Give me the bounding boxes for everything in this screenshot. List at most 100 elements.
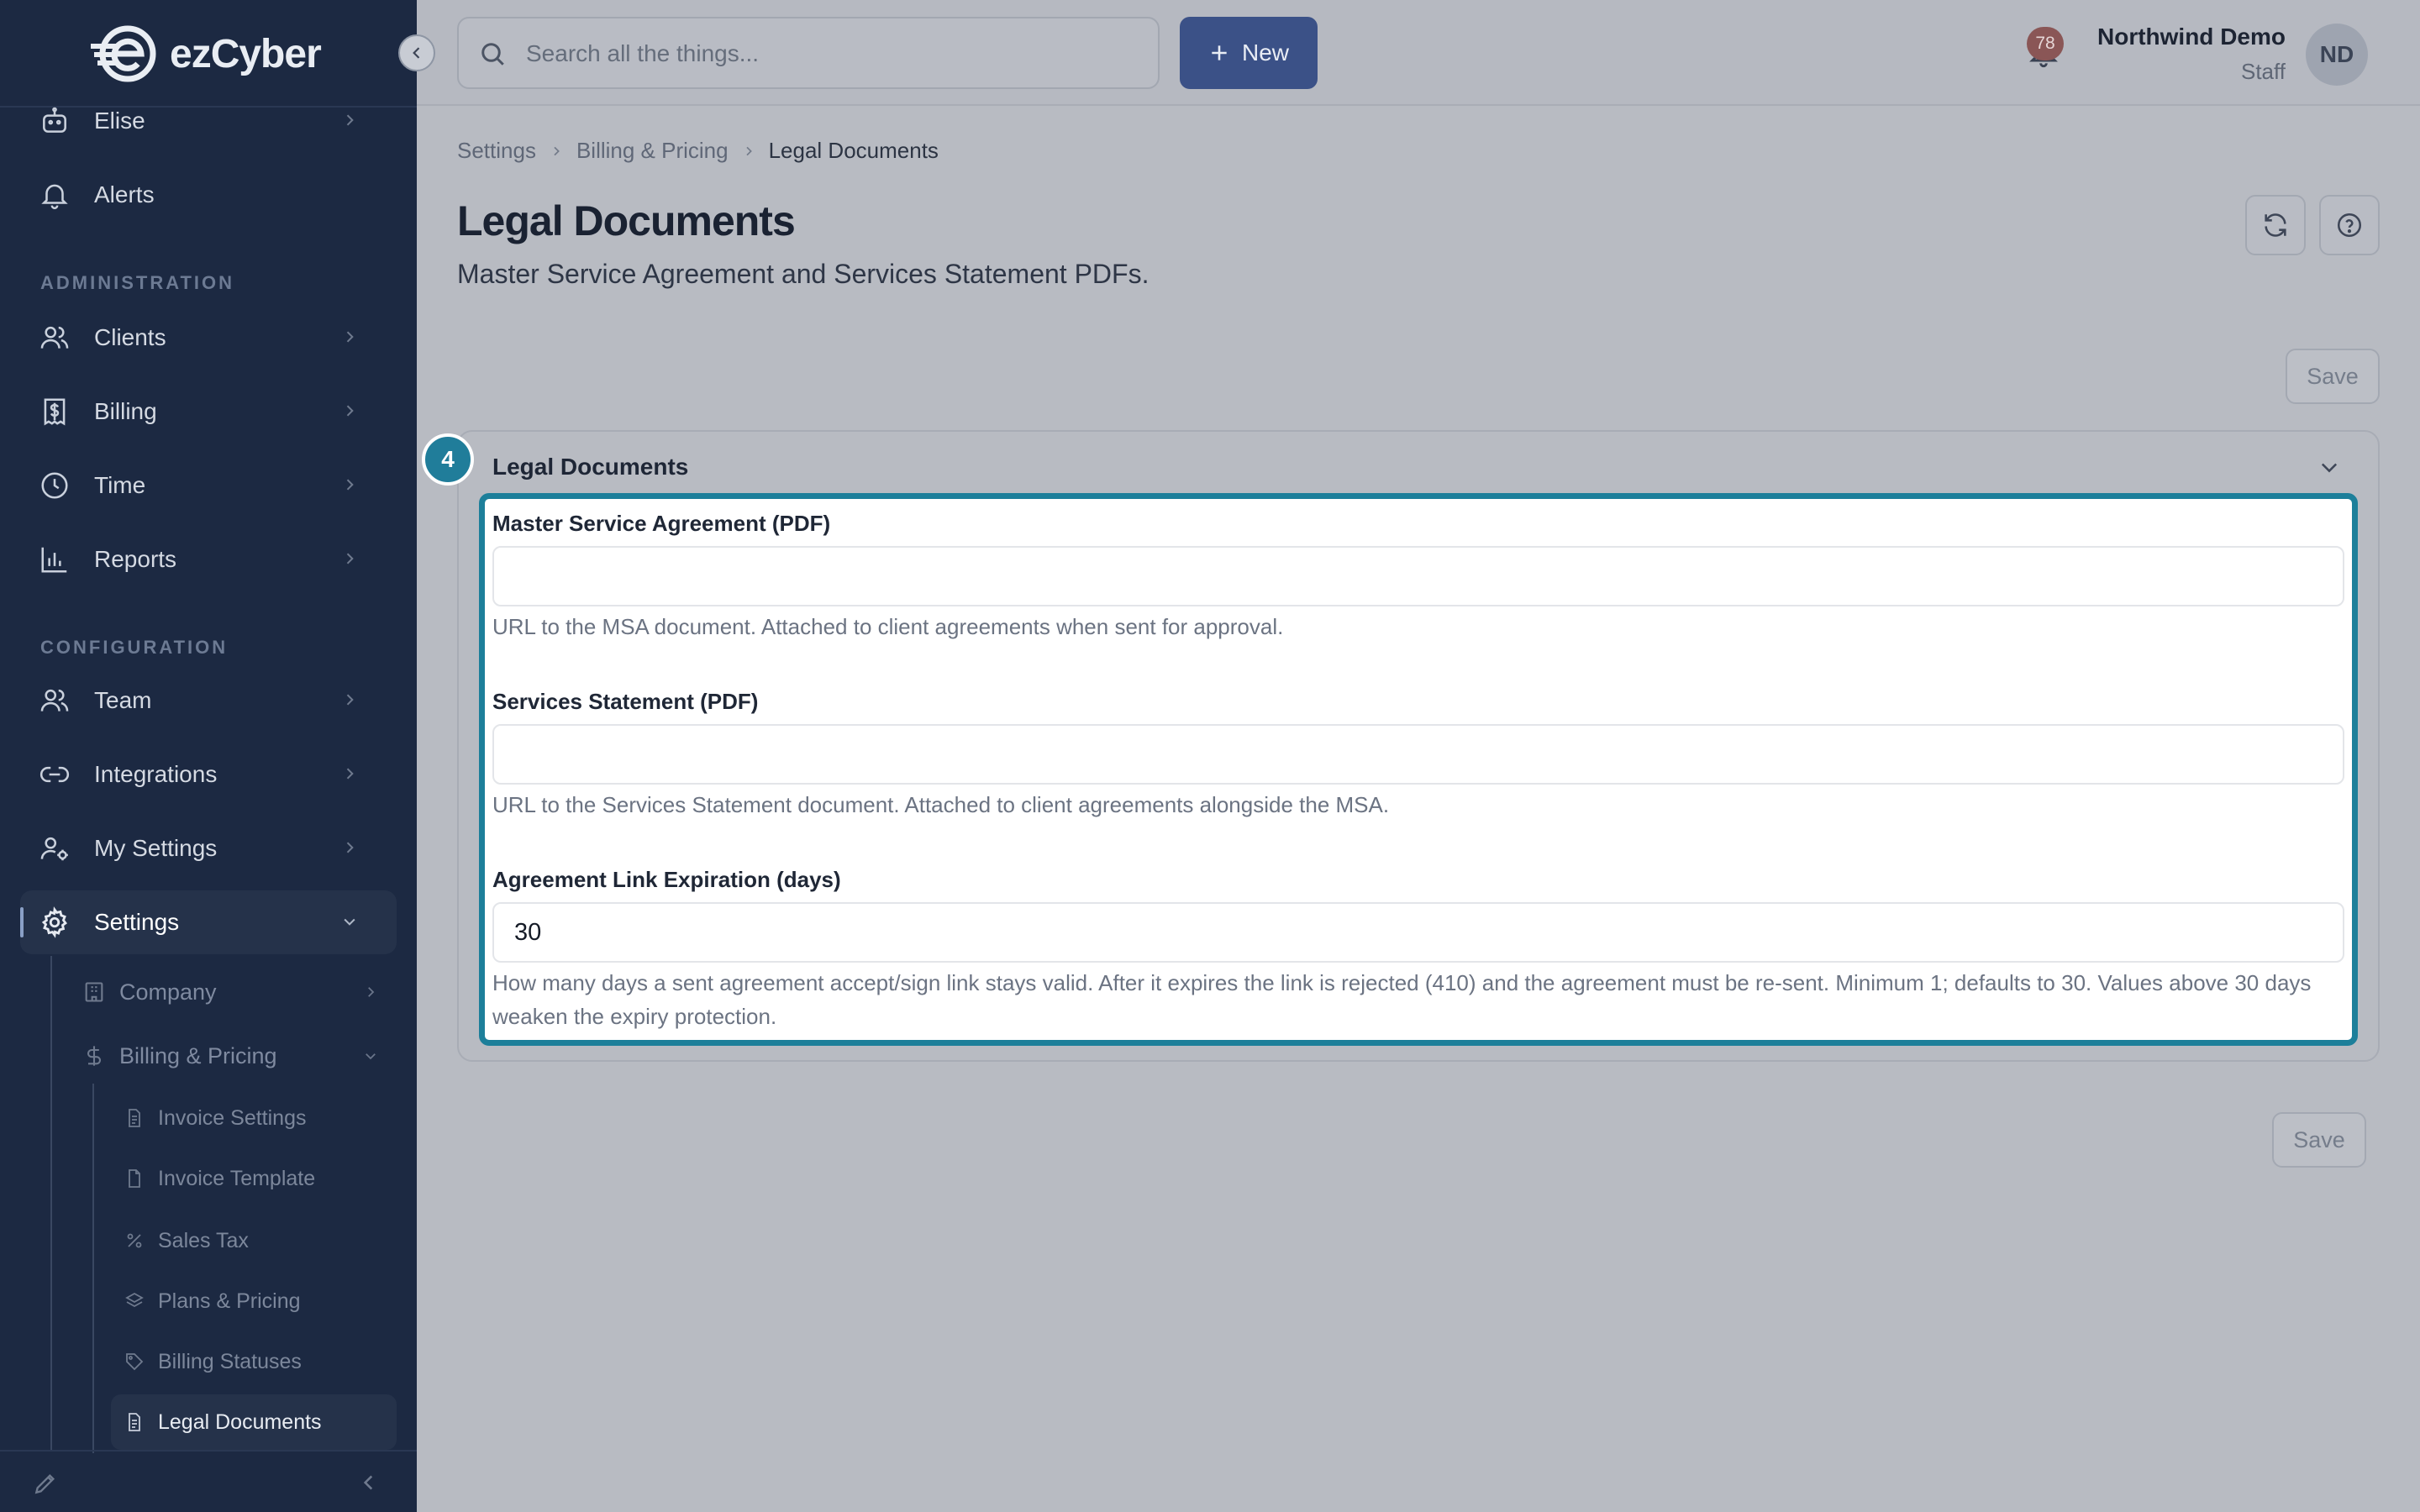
- search-icon: [477, 39, 508, 69]
- logo-text: ezCyber: [170, 31, 322, 76]
- chevron-right-icon: [341, 398, 358, 425]
- plus-icon: [1208, 42, 1230, 64]
- refresh-icon: [2261, 211, 2290, 239]
- sidebar-item-settings[interactable]: Settings: [20, 890, 397, 954]
- sidebar-subitem-sales-tax[interactable]: Sales Tax: [111, 1213, 397, 1268]
- sidebar-item-label: Settings: [94, 909, 180, 935]
- search-input[interactable]: [524, 34, 1133, 74]
- msa-url-input[interactable]: [492, 546, 2344, 606]
- services-statement-field-label: Services Statement (PDF): [492, 689, 759, 714]
- save-button-top[interactable]: Save: [2286, 349, 2380, 404]
- sidebar-subitem-label: Invoice Template: [158, 1166, 316, 1190]
- breadcrumb-item-billing-pricing[interactable]: Billing & Pricing: [576, 138, 729, 164]
- document-icon: [124, 1108, 145, 1128]
- layers-icon: [124, 1291, 145, 1311]
- services-statement-url-input[interactable]: [492, 724, 2344, 785]
- pencil-icon[interactable]: [32, 1470, 59, 1497]
- sidebar-subitem-label: Invoice Settings: [158, 1105, 307, 1130]
- sidebar-item-alerts[interactable]: Alerts: [20, 163, 397, 227]
- dollar-icon: [82, 1044, 106, 1068]
- refresh-button[interactable]: [2245, 195, 2306, 255]
- help-button[interactable]: [2319, 195, 2380, 255]
- chevron-right-icon: [550, 138, 563, 164]
- chevron-right-icon: [341, 472, 358, 499]
- sidebar-item-label: Time: [94, 472, 146, 498]
- users-icon: [39, 322, 71, 354]
- msa-field-help: URL to the MSA document. Attached to cli…: [492, 614, 1284, 639]
- msa-field-label: Master Service Agreement (PDF): [492, 511, 831, 536]
- breadcrumb: Settings Billing & Pricing Legal Documen…: [457, 138, 939, 164]
- sidebar-item-integrations[interactable]: Integrations: [20, 743, 397, 806]
- bell-icon: [39, 179, 71, 211]
- notification-count-badge[interactable]: 78: [2027, 27, 2064, 60]
- top-bar: New 78 Northwind Demo Staff ND: [417, 0, 2420, 106]
- save-button-bottom[interactable]: Save: [2272, 1112, 2366, 1168]
- page-title: Legal Documents: [457, 197, 796, 244]
- sidebar-collapse-button[interactable]: [398, 34, 435, 71]
- sidebar-subitem-billing-statuses[interactable]: Billing Statuses: [111, 1334, 397, 1389]
- expiration-days-input[interactable]: [492, 902, 2344, 963]
- sidebar-item-label: Integrations: [94, 761, 218, 787]
- sidebar-item-label: Elise: [94, 108, 145, 134]
- sidebar-subitem-label: Sales Tax: [158, 1228, 249, 1252]
- chevron-left-icon[interactable]: [358, 1472, 380, 1494]
- sidebar-item-elise[interactable]: Elise: [20, 89, 397, 153]
- sidebar-subitem-invoice-template[interactable]: Invoice Template: [111, 1151, 397, 1206]
- sidebar-item-label: Reports: [94, 546, 177, 572]
- search-box[interactable]: [457, 17, 1160, 89]
- card-title[interactable]: Legal Documents: [492, 454, 688, 480]
- chevron-right-icon: [742, 138, 755, 164]
- services-statement-field-help: URL to the Services Statement document. …: [492, 792, 1390, 817]
- sidebar-item-label: Alerts: [94, 181, 155, 207]
- help-circle-icon: [2335, 211, 2364, 239]
- sidebar-subitem-company[interactable]: Company: [82, 964, 378, 1020]
- gear-icon: [39, 906, 71, 938]
- users-icon: [39, 685, 71, 717]
- sidebar-subitem-plans-pricing[interactable]: Plans & Pricing: [111, 1273, 397, 1329]
- sidebar: ezCyber Elise Alerts ADMINISTRATION Clie…: [0, 0, 417, 1512]
- document-icon: [124, 1168, 145, 1189]
- chevron-right-icon: [341, 108, 358, 134]
- sidebar-subitem-label: Billing Statuses: [158, 1349, 302, 1373]
- sidebar-item-billing[interactable]: Billing: [20, 380, 397, 444]
- tag-icon: [124, 1352, 145, 1372]
- sidebar-item-time[interactable]: Time: [20, 454, 397, 517]
- logo[interactable]: ezCyber: [91, 24, 322, 84]
- sidebar-subitem-legal-documents[interactable]: Legal Documents: [111, 1394, 397, 1450]
- chevron-right-icon: [341, 835, 358, 862]
- breadcrumb-item-settings[interactable]: Settings: [457, 138, 536, 164]
- sidebar-item-reports[interactable]: Reports: [20, 528, 397, 591]
- chevron-down-icon: [363, 1043, 378, 1069]
- new-button[interactable]: New: [1180, 17, 1318, 89]
- section-label-configuration: CONFIGURATION: [40, 637, 229, 658]
- sidebar-subitem-label: Billing & Pricing: [119, 1042, 277, 1068]
- sidebar-item-clients[interactable]: Clients: [20, 306, 397, 370]
- chevron-right-icon: [341, 687, 358, 714]
- chevron-right-icon: [341, 324, 358, 351]
- sidebar-subitem-label: Company: [119, 979, 217, 1005]
- tree-line: [50, 956, 52, 1452]
- step-badge: 4: [422, 433, 474, 486]
- sidebar-subitem-label: Plans & Pricing: [158, 1289, 301, 1313]
- sidebar-item-team[interactable]: Team: [20, 669, 397, 732]
- avatar[interactable]: ND: [2306, 24, 2368, 86]
- sidebar-item-my-settings[interactable]: My Settings: [20, 816, 397, 880]
- chevron-left-icon: [408, 45, 425, 61]
- chevron-right-icon: [341, 546, 358, 573]
- chevron-down-icon: [341, 909, 358, 936]
- receipt-dollar-icon: [39, 396, 71, 428]
- chevron-down-icon[interactable]: [2317, 455, 2341, 479]
- new-button-label: New: [1241, 39, 1289, 66]
- expiration-field-label: Agreement Link Expiration (days): [492, 867, 841, 892]
- sidebar-subitem-billing-pricing[interactable]: Billing & Pricing: [82, 1028, 378, 1084]
- sidebar-footer: [0, 1450, 417, 1512]
- user-cog-icon: [39, 832, 71, 864]
- percent-icon: [124, 1231, 145, 1251]
- sidebar-subitem-invoice-settings[interactable]: Invoice Settings: [111, 1090, 397, 1146]
- user-role: Staff: [2240, 59, 2286, 84]
- ezcyber-logo-icon: [91, 25, 161, 82]
- user-name[interactable]: Northwind Demo: [2097, 24, 2286, 50]
- building-icon: [82, 980, 106, 1004]
- sidebar-item-label: Billing: [94, 398, 157, 424]
- chevron-right-icon: [363, 979, 378, 1005]
